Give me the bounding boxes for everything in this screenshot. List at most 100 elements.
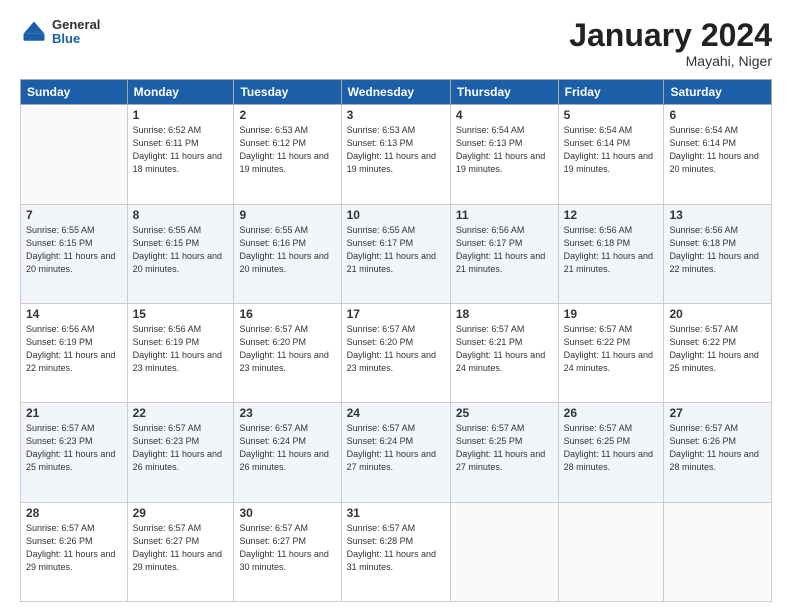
- day-number: 30: [239, 506, 335, 520]
- day-number: 11: [456, 208, 553, 222]
- day-info: Sunrise: 6:57 AM Sunset: 6:21 PM Dayligh…: [456, 323, 553, 375]
- calendar-cell: [450, 502, 558, 601]
- day-info: Sunrise: 6:57 AM Sunset: 6:20 PM Dayligh…: [239, 323, 335, 375]
- calendar-week-row: 28 Sunrise: 6:57 AM Sunset: 6:26 PM Dayli…: [21, 502, 772, 601]
- calendar-cell: 27Sunrise: 6:57 AM Sunset: 6:26 PM Dayli…: [664, 403, 772, 502]
- day-info: Sunrise: 6:57 AM Sunset: 6:20 PM Dayligh…: [347, 323, 445, 375]
- col-saturday: Saturday: [664, 80, 772, 105]
- calendar-cell: 23 Sunrise: 6:57 AM Sunset: 6:24 PM Dayli…: [234, 403, 341, 502]
- col-sunday: Sunday: [21, 80, 128, 105]
- col-monday: Monday: [127, 80, 234, 105]
- header: General Blue January 2024 Mayahi, Niger: [20, 18, 772, 69]
- calendar-cell: 24 Sunrise: 6:57 AM Sunset: 6:24 PM Dayli…: [341, 403, 450, 502]
- calendar-week-row: 21 Sunrise: 6:57 AM Sunset: 6:23 PM Dayli…: [21, 403, 772, 502]
- col-wednesday: Wednesday: [341, 80, 450, 105]
- day-info: Sunrise: 6:53 AM Sunset: 6:13 PM Dayligh…: [347, 124, 445, 176]
- logo-general-text: General: [52, 18, 100, 32]
- day-number: 26: [564, 406, 659, 420]
- day-number: 15: [133, 307, 229, 321]
- day-info: Sunrise: 6:55 AM Sunset: 6:15 PM Dayligh…: [26, 224, 122, 276]
- day-info: Sunrise: 6:57 AM Sunset: 6:22 PM Dayligh…: [564, 323, 659, 375]
- day-number: 23: [239, 406, 335, 420]
- day-number: 19: [564, 307, 659, 321]
- day-info: Sunrise: 6:54 AM Sunset: 6:13 PM Dayligh…: [456, 124, 553, 176]
- month-title: January 2024: [569, 18, 772, 53]
- day-info: Sunrise: 6:56 AM Sunset: 6:18 PM Dayligh…: [564, 224, 659, 276]
- calendar-cell: 28 Sunrise: 6:57 AM Sunset: 6:26 PM Dayli…: [21, 502, 128, 601]
- day-number: 24: [347, 406, 445, 420]
- day-number: 4: [456, 108, 553, 122]
- day-number: 5: [564, 108, 659, 122]
- day-info: Sunrise: 6:54 AM Sunset: 6:14 PM Dayligh…: [564, 124, 659, 176]
- day-number: 18: [456, 307, 553, 321]
- calendar-cell: 2 Sunrise: 6:53 AM Sunset: 6:12 PM Daylig…: [234, 105, 341, 204]
- calendar-cell: 3 Sunrise: 6:53 AM Sunset: 6:13 PM Daylig…: [341, 105, 450, 204]
- day-number: 28: [26, 506, 122, 520]
- calendar-cell: 10 Sunrise: 6:55 AM Sunset: 6:17 PM Dayli…: [341, 204, 450, 303]
- page: General Blue January 2024 Mayahi, Niger …: [0, 0, 792, 612]
- day-number: 13: [669, 208, 766, 222]
- day-info: Sunrise: 6:52 AM Sunset: 6:11 PM Dayligh…: [133, 124, 229, 176]
- day-number: 22: [133, 406, 229, 420]
- day-info: Sunrise: 6:55 AM Sunset: 6:15 PM Dayligh…: [133, 224, 229, 276]
- col-thursday: Thursday: [450, 80, 558, 105]
- day-number: 14: [26, 307, 122, 321]
- day-number: 10: [347, 208, 445, 222]
- day-info: Sunrise: 6:56 AM Sunset: 6:19 PM Dayligh…: [133, 323, 229, 375]
- day-info: Sunrise: 6:55 AM Sunset: 6:16 PM Dayligh…: [239, 224, 335, 276]
- day-number: 21: [26, 406, 122, 420]
- calendar-cell: 17 Sunrise: 6:57 AM Sunset: 6:20 PM Dayli…: [341, 303, 450, 402]
- calendar-cell: [558, 502, 664, 601]
- day-number: 31: [347, 506, 445, 520]
- day-info: Sunrise: 6:57 AM Sunset: 6:23 PM Dayligh…: [26, 422, 122, 474]
- day-info: Sunrise: 6:57 AM Sunset: 6:26 PM Dayligh…: [669, 422, 766, 474]
- calendar-cell: 14Sunrise: 6:56 AM Sunset: 6:19 PM Dayli…: [21, 303, 128, 402]
- title-block: January 2024 Mayahi, Niger: [569, 18, 772, 69]
- day-number: 17: [347, 307, 445, 321]
- calendar-cell: 7 Sunrise: 6:55 AM Sunset: 6:15 PM Daylig…: [21, 204, 128, 303]
- calendar-cell: 12 Sunrise: 6:56 AM Sunset: 6:18 PM Dayli…: [558, 204, 664, 303]
- calendar-cell: 8Sunrise: 6:55 AM Sunset: 6:15 PM Daylig…: [127, 204, 234, 303]
- calendar-cell: 5 Sunrise: 6:54 AM Sunset: 6:14 PM Daylig…: [558, 105, 664, 204]
- day-info: Sunrise: 6:57 AM Sunset: 6:24 PM Dayligh…: [239, 422, 335, 474]
- day-info: Sunrise: 6:57 AM Sunset: 6:25 PM Dayligh…: [456, 422, 553, 474]
- calendar-header-row: Sunday Monday Tuesday Wednesday Thursday…: [21, 80, 772, 105]
- calendar-cell: 9 Sunrise: 6:55 AM Sunset: 6:16 PM Daylig…: [234, 204, 341, 303]
- calendar-cell: 11 Sunrise: 6:56 AM Sunset: 6:17 PM Dayli…: [450, 204, 558, 303]
- day-number: 20: [669, 307, 766, 321]
- day-info: Sunrise: 6:57 AM Sunset: 6:28 PM Dayligh…: [347, 522, 445, 574]
- calendar-cell: 4 Sunrise: 6:54 AM Sunset: 6:13 PM Daylig…: [450, 105, 558, 204]
- day-number: 2: [239, 108, 335, 122]
- day-number: 12: [564, 208, 659, 222]
- calendar-cell: 21 Sunrise: 6:57 AM Sunset: 6:23 PM Dayli…: [21, 403, 128, 502]
- day-info: Sunrise: 6:55 AM Sunset: 6:17 PM Dayligh…: [347, 224, 445, 276]
- calendar-cell: 13Sunrise: 6:56 AM Sunset: 6:18 PM Dayli…: [664, 204, 772, 303]
- calendar-week-row: 14 Sunrise: 6:56 AM Sunset: 6:19 PM Dayli…: [21, 303, 772, 402]
- calendar-week-row: 1Sunrise: 6:52 AM Sunset: 6:11 PM Daylig…: [21, 105, 772, 204]
- calendar-cell: 19 Sunrise: 6:57 AM Sunset: 6:22 PM Dayli…: [558, 303, 664, 402]
- day-number: 7: [26, 208, 122, 222]
- calendar-table: Sunday Monday Tuesday Wednesday Thursday…: [20, 79, 772, 602]
- day-info: Sunrise: 6:53 AM Sunset: 6:12 PM Dayligh…: [239, 124, 335, 176]
- day-info: Sunrise: 6:56 AM Sunset: 6:17 PM Dayligh…: [456, 224, 553, 276]
- day-info: Sunrise: 6:57 AM Sunset: 6:26 PM Dayligh…: [26, 522, 122, 574]
- day-number: 6: [669, 108, 766, 122]
- day-info: Sunrise: 6:57 AM Sunset: 6:27 PM Dayligh…: [239, 522, 335, 574]
- calendar-cell: 30 Sunrise: 6:57 AM Sunset: 6:27 PM Dayli…: [234, 502, 341, 601]
- calendar-cell: 26Sunrise: 6:57 AM Sunset: 6:25 PM Dayli…: [558, 403, 664, 502]
- logo-icon: [20, 18, 48, 46]
- col-friday: Friday: [558, 80, 664, 105]
- calendar-cell: 29Sunrise: 6:57 AM Sunset: 6:27 PM Dayli…: [127, 502, 234, 601]
- calendar-week-row: 7 Sunrise: 6:55 AM Sunset: 6:15 PM Daylig…: [21, 204, 772, 303]
- day-info: Sunrise: 6:57 AM Sunset: 6:22 PM Dayligh…: [669, 323, 766, 375]
- day-info: Sunrise: 6:57 AM Sunset: 6:24 PM Dayligh…: [347, 422, 445, 474]
- day-info: Sunrise: 6:57 AM Sunset: 6:23 PM Dayligh…: [133, 422, 229, 474]
- calendar-cell: 20 Sunrise: 6:57 AM Sunset: 6:22 PM Dayli…: [664, 303, 772, 402]
- calendar-cell: 31 Sunrise: 6:57 AM Sunset: 6:28 PM Dayli…: [341, 502, 450, 601]
- calendar-cell: 16Sunrise: 6:57 AM Sunset: 6:20 PM Dayli…: [234, 303, 341, 402]
- day-number: 9: [239, 208, 335, 222]
- day-info: Sunrise: 6:57 AM Sunset: 6:27 PM Dayligh…: [133, 522, 229, 574]
- day-number: 25: [456, 406, 553, 420]
- calendar-cell: [21, 105, 128, 204]
- day-number: 3: [347, 108, 445, 122]
